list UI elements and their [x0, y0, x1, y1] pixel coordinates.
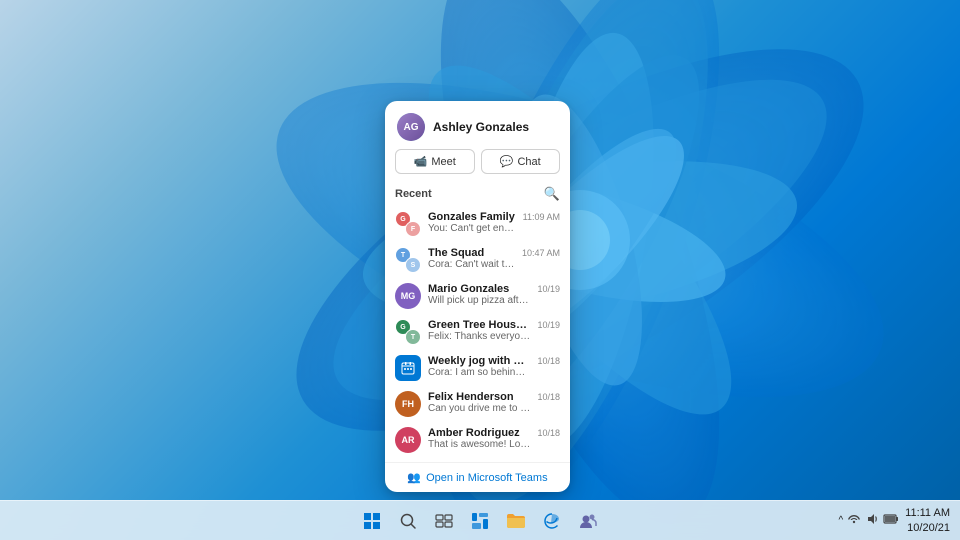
- taskbar-clock[interactable]: 11:11 AM 10/20/21: [905, 506, 950, 535]
- conversation-content: Amber Rodriguez That is awesome! Love it…: [428, 427, 530, 450]
- conversation-preview: Felix: Thanks everyone for attending tod…: [428, 331, 530, 342]
- chat-button[interactable]: 💬 Chat: [481, 149, 561, 174]
- conversation-preview: That is awesome! Love it!: [428, 439, 530, 450]
- network-icon[interactable]: [847, 512, 861, 529]
- conversation-item[interactable]: T S The Squad Cora: Can't wait to see ev…: [395, 242, 560, 278]
- conversation-time: 10/19: [537, 319, 560, 330]
- action-buttons: 📹 Meet 💬 Chat: [385, 149, 570, 182]
- person-avatar: MG: [395, 283, 421, 309]
- conversation-preview: Cora: I am so behind on my step goals.: [428, 367, 530, 378]
- chat-icon: 💬: [500, 155, 514, 168]
- person-avatar: FH: [395, 391, 421, 417]
- file-explorer-button[interactable]: [500, 505, 532, 537]
- teams-icon: 👥: [407, 471, 421, 484]
- edge-browser-button[interactable]: [536, 505, 568, 537]
- chat-popup-header: AG Ashley Gonzales: [385, 101, 570, 149]
- conversation-content: The Squad Cora: Can't wait to see everyo…: [428, 247, 515, 270]
- calendar-avatar: [395, 355, 421, 381]
- conversation-preview: You: Can't get enough of her.: [428, 223, 516, 234]
- system-tray-icons[interactable]: ^: [838, 512, 899, 529]
- volume-icon[interactable]: [865, 512, 879, 529]
- conversation-preview: Will pick up pizza after my practice.: [428, 295, 530, 306]
- taskbar-right: ^: [838, 506, 960, 535]
- conversation-name: Green Tree House PTA: [428, 319, 530, 331]
- desktop: AG Ashley Gonzales 📹 Meet 💬 Chat Recent …: [0, 0, 960, 540]
- conversation-item[interactable]: Weekly jog with Cora Cora: I am so behin…: [395, 350, 560, 386]
- meet-label: Meet: [431, 156, 455, 168]
- recent-section: Recent 🔍 G F Gonzales Family You: Can't …: [385, 182, 570, 460]
- open-teams-label: Open in Microsoft Teams: [426, 472, 547, 484]
- teams-chat-taskbar-button[interactable]: [572, 505, 604, 537]
- conversation-item[interactable]: G F Gonzales Family You: Can't get enoug…: [395, 206, 560, 242]
- conversation-content: Mario Gonzales Will pick up pizza after …: [428, 283, 530, 306]
- conversation-time: 10/19: [537, 283, 560, 294]
- search-taskbar-button[interactable]: [392, 505, 424, 537]
- chat-label: Chat: [517, 156, 540, 168]
- conversation-time: 10/18: [537, 355, 560, 366]
- meet-icon: 📹: [414, 155, 428, 168]
- conversations-list: G F Gonzales Family You: Can't get enoug…: [395, 206, 560, 458]
- person-avatar: AR: [395, 427, 421, 453]
- conversation-item[interactable]: G T Green Tree House PTA Felix: Thanks e…: [395, 314, 560, 350]
- taskbar: ^: [0, 500, 960, 540]
- recent-header: Recent 🔍: [395, 186, 560, 202]
- task-view-button[interactable]: [428, 505, 460, 537]
- conversation-time: 10/18: [537, 391, 560, 402]
- taskbar-center: [356, 505, 604, 537]
- conversation-time: 10/18: [537, 427, 560, 438]
- battery-icon: [883, 512, 899, 529]
- recent-label: Recent: [395, 188, 432, 200]
- group-avatar: G F: [395, 211, 421, 237]
- clock-time: 11:11 AM: [905, 506, 950, 520]
- conversation-content: Gonzales Family You: Can't get enough of…: [428, 211, 516, 234]
- conversation-item[interactable]: AR Amber Rodriguez That is awesome! Love…: [395, 422, 560, 458]
- user-display-name: Ashley Gonzales: [433, 120, 529, 134]
- chat-popup: AG Ashley Gonzales 📹 Meet 💬 Chat Recent …: [385, 101, 570, 492]
- conversation-name: Mario Gonzales: [428, 283, 530, 295]
- chevron-icon[interactable]: ^: [838, 515, 843, 526]
- conversation-name: The Squad: [428, 247, 515, 259]
- conversation-content: Green Tree House PTA Felix: Thanks every…: [428, 319, 530, 342]
- conversation-content: Felix Henderson Can you drive me to the …: [428, 391, 530, 414]
- open-teams-link[interactable]: 👥 Open in Microsoft Teams: [385, 462, 570, 492]
- conversation-time: 10:47 AM: [522, 247, 560, 258]
- widgets-button[interactable]: [464, 505, 496, 537]
- conversation-name: Weekly jog with Cora: [428, 355, 530, 367]
- conversation-item[interactable]: FH Felix Henderson Can you drive me to t…: [395, 386, 560, 422]
- conversation-item[interactable]: MG Mario Gonzales Will pick up pizza aft…: [395, 278, 560, 314]
- meet-button[interactable]: 📹 Meet: [395, 149, 475, 174]
- conversation-preview: Cora: Can't wait to see everyone!: [428, 259, 515, 270]
- conversation-name: Amber Rodriguez: [428, 427, 530, 439]
- user-avatar: AG: [397, 113, 425, 141]
- conversation-time: 11:09 AM: [523, 211, 560, 222]
- conversation-preview: Can you drive me to the PTA today?: [428, 403, 530, 414]
- group-avatar: T S: [395, 247, 421, 273]
- conversation-content: Weekly jog with Cora Cora: I am so behin…: [428, 355, 530, 378]
- search-icon[interactable]: 🔍: [544, 186, 560, 202]
- conversation-name: Felix Henderson: [428, 391, 530, 403]
- start-button[interactable]: [356, 505, 388, 537]
- group-avatar: G T: [395, 319, 421, 345]
- conversation-name: Gonzales Family: [428, 211, 516, 223]
- clock-date: 10/20/21: [905, 521, 950, 535]
